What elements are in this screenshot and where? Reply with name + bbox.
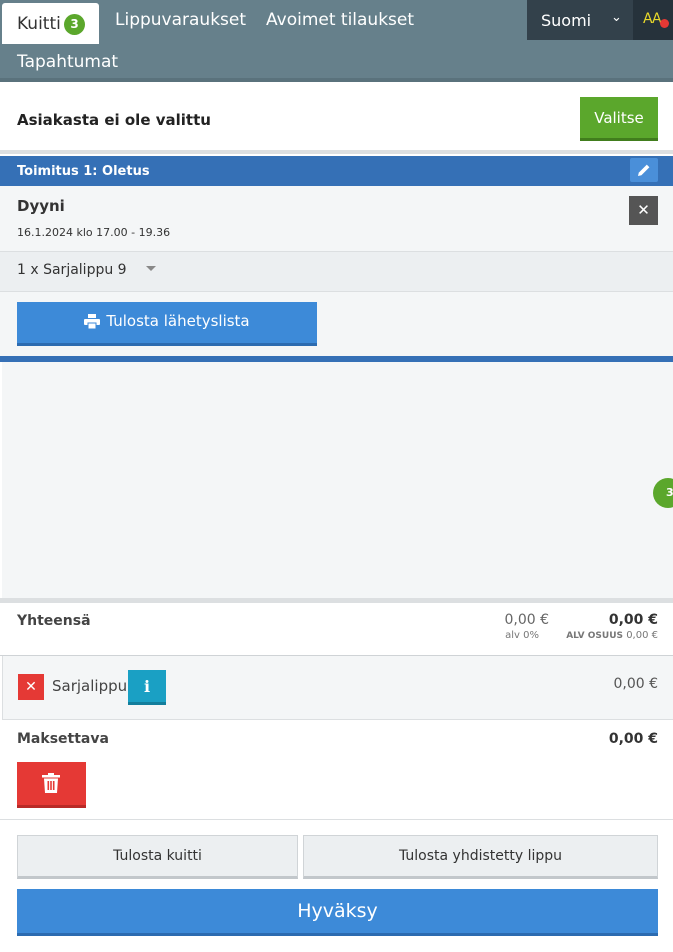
tab-kuitti[interactable]: Kuitti 3 (2, 3, 99, 44)
payment-info-button[interactable]: i (128, 670, 166, 705)
remove-event-button[interactable]: ✕ (629, 196, 658, 225)
print-delivery-list-label: Tulosta lähetyslista (106, 312, 250, 331)
language-label: Suomi (541, 11, 592, 30)
tab-avoimet-tilaukset[interactable]: Avoimet tilaukset (266, 10, 414, 30)
actions-divider (0, 819, 673, 820)
delivery-header: Toimitus 1: Oletus (0, 156, 673, 186)
notification-dot (660, 19, 669, 28)
chevron-down-icon: ⌄ (611, 10, 622, 25)
caret-down-icon (146, 266, 156, 271)
receipt-count-badge: 3 (64, 14, 85, 35)
payment-method-name: Sarjalippu (52, 677, 128, 695)
accessibility-button[interactable]: AA (633, 0, 673, 40)
total-vat-rate: alv 0% (505, 630, 539, 641)
tab-lippuvaraukset[interactable]: Lippuvaraukset (115, 10, 246, 30)
ticket-label: 1 x Sarjalippu 9 (17, 262, 127, 278)
edit-delivery-button[interactable] (630, 158, 658, 182)
language-selector[interactable]: Suomi ⌄ (527, 0, 633, 40)
ticket-row[interactable]: 1 x Sarjalippu 9 (0, 252, 673, 292)
print-receipt-button[interactable]: Tulosta kuitti (17, 835, 298, 879)
event-block: Dyyni 16.1.2024 klo 17.00 - 19.36 (0, 186, 673, 252)
totals-divider (0, 598, 673, 603)
event-name: Dyyni (17, 197, 65, 215)
print-combined-ticket-button[interactable]: Tulosta yhdistetty lippu (303, 835, 658, 879)
payable-amount: 0,00 € (608, 731, 658, 747)
tab-kuitti-label: Kuitti (17, 14, 61, 34)
total-vat-share: ALV OSUUS 0,00 € (566, 630, 658, 641)
event-time: 16.1.2024 klo 17.00 - 19.36 (17, 226, 171, 239)
select-customer-button[interactable]: Valitse (580, 97, 658, 141)
close-icon: ✕ (25, 679, 37, 695)
payable-label: Maksettava (17, 731, 109, 747)
accessibility-icon: AA (643, 11, 662, 27)
payment-amount: 0,00 € (613, 676, 658, 692)
customer-row: Asiakasta ei ole valittu Valitse (0, 82, 673, 154)
print-delivery-list-button[interactable]: Tulosta lähetyslista (17, 302, 317, 346)
total-gross-value: 0,00 € (608, 612, 658, 628)
accept-button[interactable]: Hyväksy (17, 889, 658, 936)
customer-status: Asiakasta ei ole valittu (17, 111, 211, 129)
clear-receipt-button[interactable] (17, 762, 86, 808)
trash-icon (42, 773, 60, 793)
printer-icon (84, 313, 101, 329)
delivery-title: Toimitus 1: Oletus (17, 164, 150, 179)
remove-payment-button[interactable]: ✕ (18, 674, 44, 700)
empty-content-area (2, 362, 673, 598)
total-label: Yhteensä (17, 613, 91, 629)
info-icon: i (143, 677, 151, 696)
tab-tapahtumat[interactable]: Tapahtumat (17, 52, 118, 72)
pencil-icon (638, 164, 650, 176)
total-net-value: 0,00 € (504, 612, 549, 628)
close-icon: ✕ (637, 201, 650, 219)
